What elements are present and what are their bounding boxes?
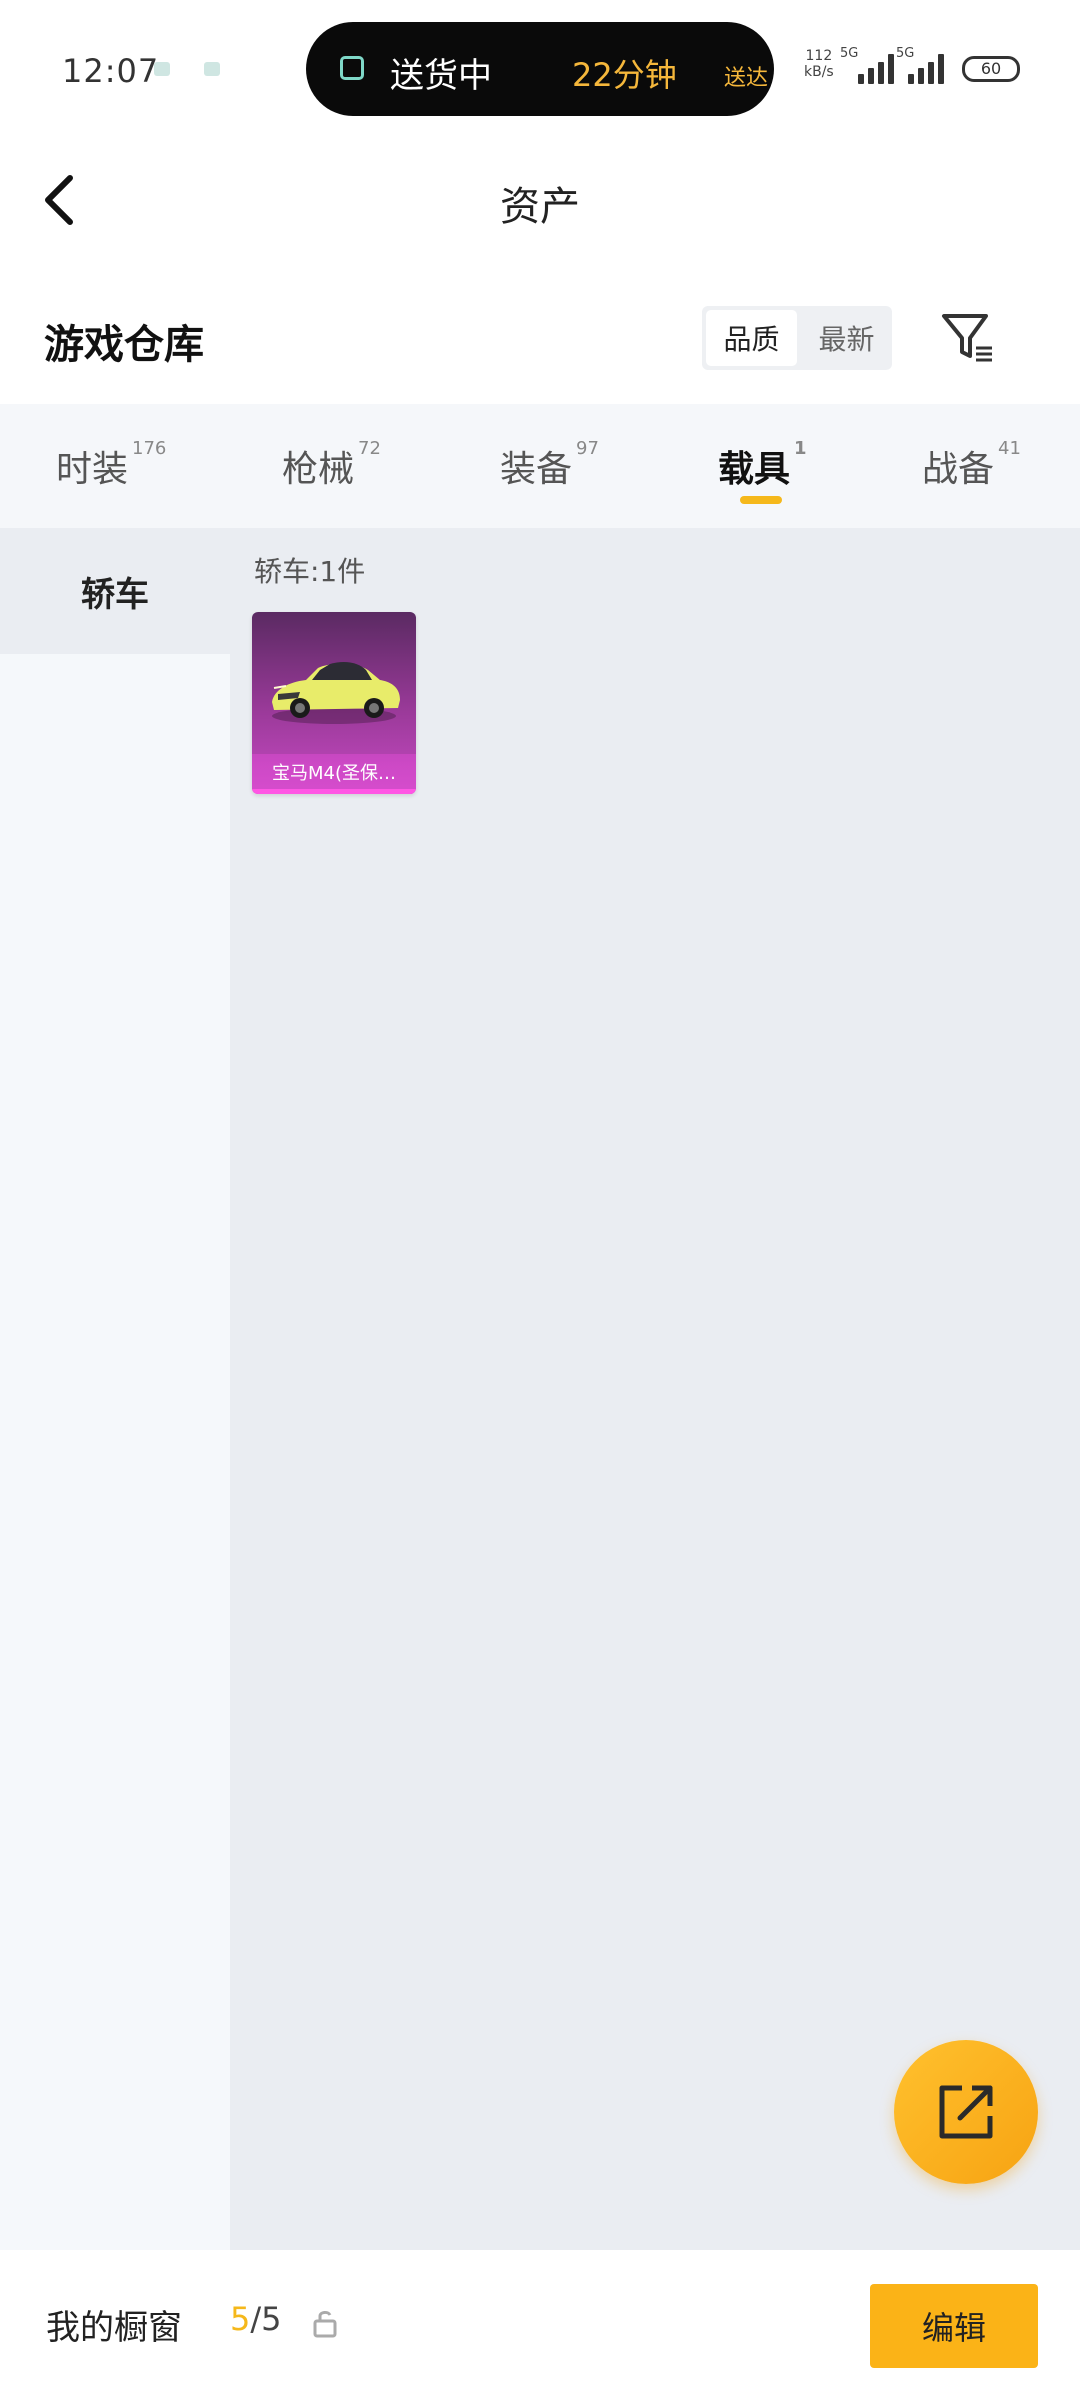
network-speed: 112 kB/s: [804, 48, 834, 80]
subcategory-sidebar: 轿车: [0, 528, 230, 2250]
tab-label: 时装: [56, 449, 129, 490]
tab-label: 枪械: [282, 449, 355, 490]
section-title: 游戏仓库: [44, 322, 204, 368]
delivery-eta: 22分钟: [572, 56, 677, 94]
share-fab-button[interactable]: [894, 2040, 1038, 2184]
tab-count: 97: [576, 438, 599, 459]
sort-by-quality[interactable]: 品质: [706, 310, 797, 366]
status-time: 12:07: [62, 52, 160, 90]
rarity-bar: [252, 789, 416, 794]
battery-icon: 60: [962, 56, 1020, 82]
delivery-status-pill[interactable]: 送货中 22分钟 送达: [306, 22, 774, 116]
delivery-status-text: 送货中: [390, 56, 492, 96]
item-name: 宝马M4(圣保…: [252, 754, 416, 794]
edit-button[interactable]: 编辑: [870, 2284, 1038, 2368]
app-header: 资产: [0, 140, 1080, 260]
tab-fashion[interactable]: 时装176: [56, 438, 167, 492]
unlock-icon: [313, 2311, 337, 2338]
grid-heading: 轿车:1件: [254, 555, 366, 588]
tab-label: 装备: [500, 449, 573, 490]
network-speed-unit: kB/s: [804, 64, 834, 80]
tab-label: 战备: [922, 449, 995, 490]
tab-vehicles[interactable]: 载具1: [718, 438, 807, 492]
showcase-bar: 我的橱窗 5/5 编辑: [0, 2250, 1080, 2400]
warehouse-content: 轿车 轿车:1件 宝马M4(圣保…: [0, 528, 1080, 2250]
external-link-icon: [939, 2085, 993, 2139]
sidebar-item-sedan[interactable]: 轿车: [0, 528, 230, 654]
showcase-count-current: 5: [230, 2300, 251, 2338]
tab-count: 72: [358, 438, 381, 459]
filter-icon: [942, 314, 992, 362]
network-speed-value: 112: [805, 48, 833, 64]
app-icon: [340, 56, 364, 80]
notification-icon: [154, 62, 170, 76]
tab-weapons[interactable]: 枪械72: [282, 438, 381, 492]
warehouse-section-header: 游戏仓库 品质 最新: [0, 290, 1080, 390]
tab-count: 41: [998, 438, 1021, 459]
delivery-eta-suffix: 送达: [724, 66, 769, 91]
car-thumbnail: [272, 662, 400, 724]
filter-button[interactable]: [938, 306, 998, 370]
tab-equipment[interactable]: 装备97: [500, 438, 599, 492]
page-title: 资产: [500, 184, 580, 230]
showcase-count-total: /5: [250, 2300, 282, 2338]
sort-toggle: 品质 最新: [702, 306, 892, 370]
tab-count: 1: [794, 438, 807, 459]
status-bar: 12:07 送货中 22分钟 送达 112 kB/s 5G 5G 60: [0, 0, 1080, 140]
tab-combat-gear[interactable]: 战备41: [922, 438, 1021, 492]
notification-icon: [204, 62, 220, 76]
tab-count: 176: [132, 438, 167, 459]
signal-icon: [858, 52, 894, 84]
network-type-1: 5G: [840, 46, 859, 61]
active-tab-indicator: [740, 496, 782, 504]
sort-by-newest[interactable]: 最新: [801, 306, 892, 370]
showcase-label: 我的橱窗: [46, 2308, 182, 2348]
tab-label: 载具: [718, 449, 791, 490]
category-tabs: 时装176 枪械72 装备97 载具1 战备41: [0, 404, 1080, 528]
signal-icon: [908, 52, 944, 84]
showcase-count: 5/5: [230, 2300, 282, 2338]
item-card[interactable]: 宝马M4(圣保…: [252, 612, 416, 794]
